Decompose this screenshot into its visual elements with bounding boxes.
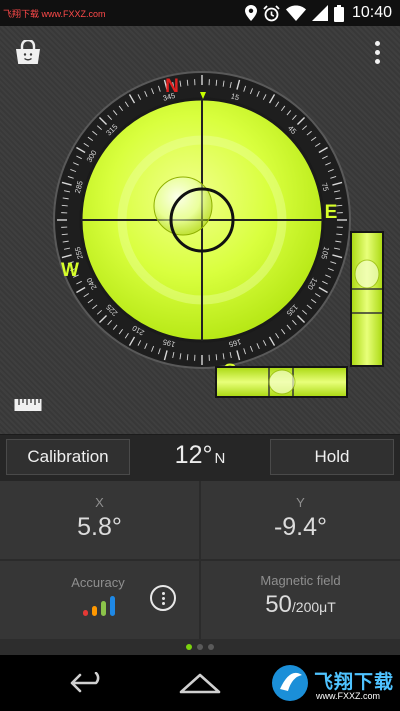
hold-button[interactable]: Hold	[270, 439, 394, 475]
x-label: X	[95, 495, 104, 510]
ruler-icon[interactable]	[14, 398, 42, 412]
cell-signal-icon	[311, 5, 328, 21]
overflow-menu-icon[interactable]	[366, 38, 388, 68]
accuracy-info-icon[interactable]	[150, 585, 176, 611]
magnetic-reading: 50/200μT	[201, 591, 400, 619]
location-icon	[244, 5, 257, 21]
level-view: 15 45 75 105 120 135 165 195 210 225 240 255 285 300 3…	[0, 26, 400, 434]
page-dot[interactable]	[208, 644, 214, 650]
horizontal-level-vial	[215, 366, 348, 398]
calibration-button[interactable]: Calibration	[6, 439, 130, 475]
magnetic-value: 50	[265, 591, 292, 618]
horizontal-bubble	[268, 369, 296, 395]
x-tilt-cell: X 5.8°	[0, 481, 199, 559]
vertical-level-vial	[350, 231, 384, 367]
alarm-icon	[263, 4, 280, 21]
battery-icon	[333, 4, 344, 22]
status-time: 10:40	[351, 4, 392, 21]
magnetic-max: /200μT	[291, 599, 336, 615]
compass-tick	[61, 233, 68, 236]
magnetic-label: Magnetic field	[260, 573, 341, 588]
magnetic-field-cell: Magnetic field 50/200μT	[201, 561, 400, 639]
compass-north-label: N	[165, 76, 179, 97]
accuracy-label: Accuracy	[71, 575, 125, 590]
watermark-title: 飞翔下载	[314, 672, 395, 693]
vertical-bubble	[354, 259, 380, 289]
compass-tick	[186, 79, 189, 86]
home-icon[interactable]	[178, 672, 222, 694]
back-icon[interactable]	[68, 672, 108, 694]
compass-east-label: E	[325, 202, 338, 223]
y-value: -9.4°	[273, 513, 328, 541]
navigation-bar: 飞翔下载 www.FXXZ.com	[0, 655, 400, 711]
compass-dial: 1545751051201351651952102252402552853003…	[53, 71, 351, 370]
x-value: 5.8°	[77, 513, 122, 541]
control-bar: Calibration 12° N Hold	[0, 434, 400, 482]
level-bubble	[153, 176, 213, 236]
status-bar: 飞翔下载 www.FXXZ.com 10:40	[0, 0, 400, 26]
watermark-url: www.FXXZ.com	[316, 691, 381, 701]
compass-tick	[186, 354, 189, 361]
status-icons: 10:40	[244, 3, 392, 23]
watermark-text: 飞翔下载 www.FXXZ.com	[3, 9, 106, 19]
page-indicator	[0, 639, 400, 655]
watermark-logo-icon	[272, 665, 308, 701]
watermark-logo: 飞翔下载 www.FXXZ.com	[270, 663, 394, 705]
page-dot[interactable]	[197, 644, 203, 650]
y-tilt-cell: Y -9.4°	[201, 481, 400, 559]
compass-tick	[215, 79, 218, 86]
compass-tick	[215, 354, 218, 361]
readout-panel: X 5.8° Y -9.4° Accuracy Magnetic field 5…	[0, 481, 400, 639]
wifi-icon	[285, 5, 306, 21]
compass-tick	[61, 204, 68, 207]
page-dot[interactable]	[186, 644, 192, 650]
heading-readout: 12° N	[130, 441, 270, 470]
heading-degrees: 12°	[174, 441, 213, 469]
y-label: Y	[296, 495, 305, 510]
compass-west-label: W	[61, 260, 79, 281]
accuracy-cell: Accuracy	[0, 561, 199, 639]
accuracy-signal-icon	[83, 596, 115, 616]
shopping-bag-icon[interactable]	[14, 40, 42, 66]
heading-direction: N	[214, 450, 226, 467]
compass-tick	[336, 233, 343, 236]
